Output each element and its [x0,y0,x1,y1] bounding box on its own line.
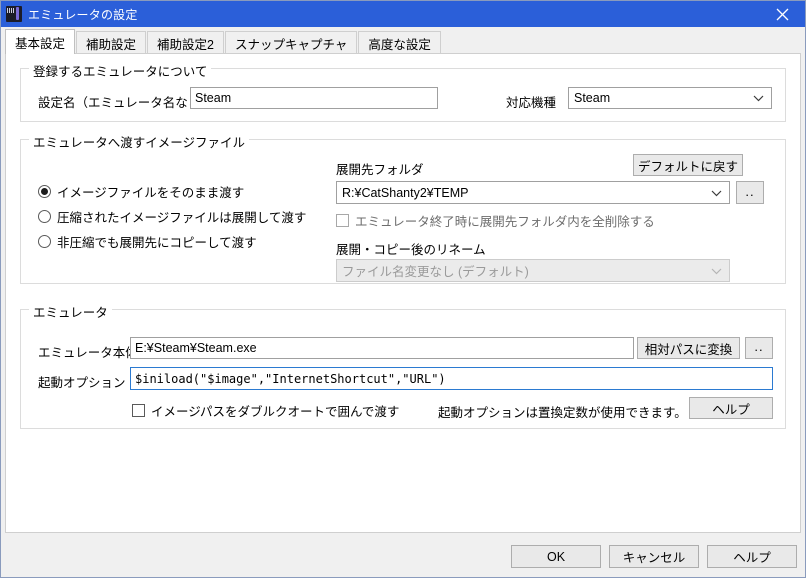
emulator-exe-input[interactable]: E:¥Steam¥Steam.exe [130,337,634,359]
dest-folder-value: R:¥CatShanty2¥TEMP [342,185,469,200]
radio-mark-icon [38,235,51,248]
title-bar: エミュレータの設定 [1,1,805,27]
emulator-settings-dialog: エミュレータの設定 基本設定 補助設定 補助設定2 スナップキャプチャ 高度な設… [0,0,806,578]
tab-snap-capture[interactable]: スナップキャプチャ [224,31,358,54]
settings-name-value: Steam [195,91,232,105]
tab-label: 補助設定2 [157,37,214,52]
chevron-down-icon [711,186,722,200]
close-icon[interactable] [759,1,805,27]
dest-folder-browse-button[interactable]: .. [736,181,764,204]
dest-folder-combo[interactable]: R:¥CatShanty2¥TEMP [336,181,730,204]
tab-advanced-settings[interactable]: 高度な設定 [358,31,441,54]
machine-type-label: 対応機種 [506,96,557,110]
tab-basic-settings[interactable]: 基本設定 [5,29,76,54]
emulator-exe-label: エミュレータ本体 [38,346,138,360]
tab-auxiliary-settings[interactable]: 補助設定 [76,31,147,54]
rename-label: 展開・コピー後のリネーム [336,243,486,257]
browse-label: .. [754,339,764,354]
tab-label: 高度な設定 [368,37,431,52]
machine-type-select[interactable]: Steam [568,87,772,109]
restore-default-label: デフォルトに戻す [637,159,738,174]
group-registration-title: 登録するエミュレータについて [29,61,212,80]
launch-options-value: $iniload("$image","InternetShortcut","UR… [135,371,446,386]
checkbox-label: エミュレータ終了時に展開先フォルダ内を全削除する [355,215,655,229]
footer-separator [5,537,801,538]
help-label: ヘルプ [733,551,771,565]
convert-relative-path-label: 相対パスに変換 [644,342,733,357]
tab-strip: 基本設定 補助設定 補助設定2 スナップキャプチャ 高度な設定 [5,29,801,54]
checkbox-delete-on-exit[interactable]: エミュレータ終了時に展開先フォルダ内を全削除する [336,211,655,230]
radio-label: イメージファイルをそのまま渡す [57,186,245,200]
radio-label: 非圧縮でも展開先にコピーして渡す [57,236,257,250]
ok-label: OK [546,549,566,564]
launch-options-label: 起動オプション [38,376,126,390]
tab-panel-basic-settings: 登録するエミュレータについて 設定名（エミュレータ名など） Steam 対応機種… [5,53,801,533]
launch-options-hint: 起動オプションは置換定数が使用できます。 [438,406,687,420]
help-label: ヘルプ [712,402,750,417]
chevron-down-icon [711,264,722,278]
checkbox-quote-image-path[interactable]: イメージパスをダブルクオートで囲んで渡す [132,401,399,420]
radio-mark-icon [38,185,51,198]
checkbox-mark-icon [132,404,145,417]
checkbox-mark-icon [336,214,349,227]
tab-label: 基本設定 [15,36,66,51]
launch-options-help-button[interactable]: ヘルプ [689,397,773,419]
rename-select[interactable]: ファイル名変更なし (デフォルト) [336,259,730,282]
rename-value: ファイル名変更なし (デフォルト) [342,265,529,279]
convert-relative-path-button[interactable]: 相対パスに変換 [637,337,740,359]
radio-extract-compressed[interactable]: 圧縮されたイメージファイルは展開して渡す [38,207,306,226]
settings-name-label: 設定名（エミュレータ名など） [38,96,213,110]
window-title: エミュレータの設定 [28,7,138,22]
browse-label: .. [745,183,755,199]
emulator-cartridge-icon [6,6,22,22]
emulator-exe-browse-button[interactable]: .. [745,337,773,359]
emulator-exe-value: E:¥Steam¥Steam.exe [135,341,257,355]
cancel-button[interactable]: キャンセル [609,545,699,568]
group-emulator-title: エミュレータ [29,302,112,321]
tab-auxiliary-settings-2[interactable]: 補助設定2 [147,31,224,54]
radio-pass-image-as-is[interactable]: イメージファイルをそのまま渡す [38,182,244,201]
settings-name-input[interactable]: Steam [190,87,438,109]
launch-options-input[interactable]: $iniload("$image","InternetShortcut","UR… [130,367,773,390]
tab-label: 補助設定 [86,37,137,52]
cancel-label: キャンセル [622,551,686,565]
help-button[interactable]: ヘルプ [707,545,797,568]
radio-mark-icon [38,210,51,223]
tab-label: スナップキャプチャ [234,37,348,52]
dest-folder-label: 展開先フォルダ [336,163,424,177]
group-image-file-title: エミュレータへ渡すイメージファイル [29,132,250,151]
restore-default-button[interactable]: デフォルトに戻す [633,154,743,176]
radio-copy-even-uncompressed[interactable]: 非圧縮でも展開先にコピーして渡す [38,232,257,251]
ok-button[interactable]: OK [511,545,601,568]
machine-type-value: Steam [574,91,611,105]
radio-label: 圧縮されたイメージファイルは展開して渡す [57,211,307,225]
checkbox-label: イメージパスをダブルクオートで囲んで渡す [151,405,400,419]
chevron-down-icon [753,91,764,105]
